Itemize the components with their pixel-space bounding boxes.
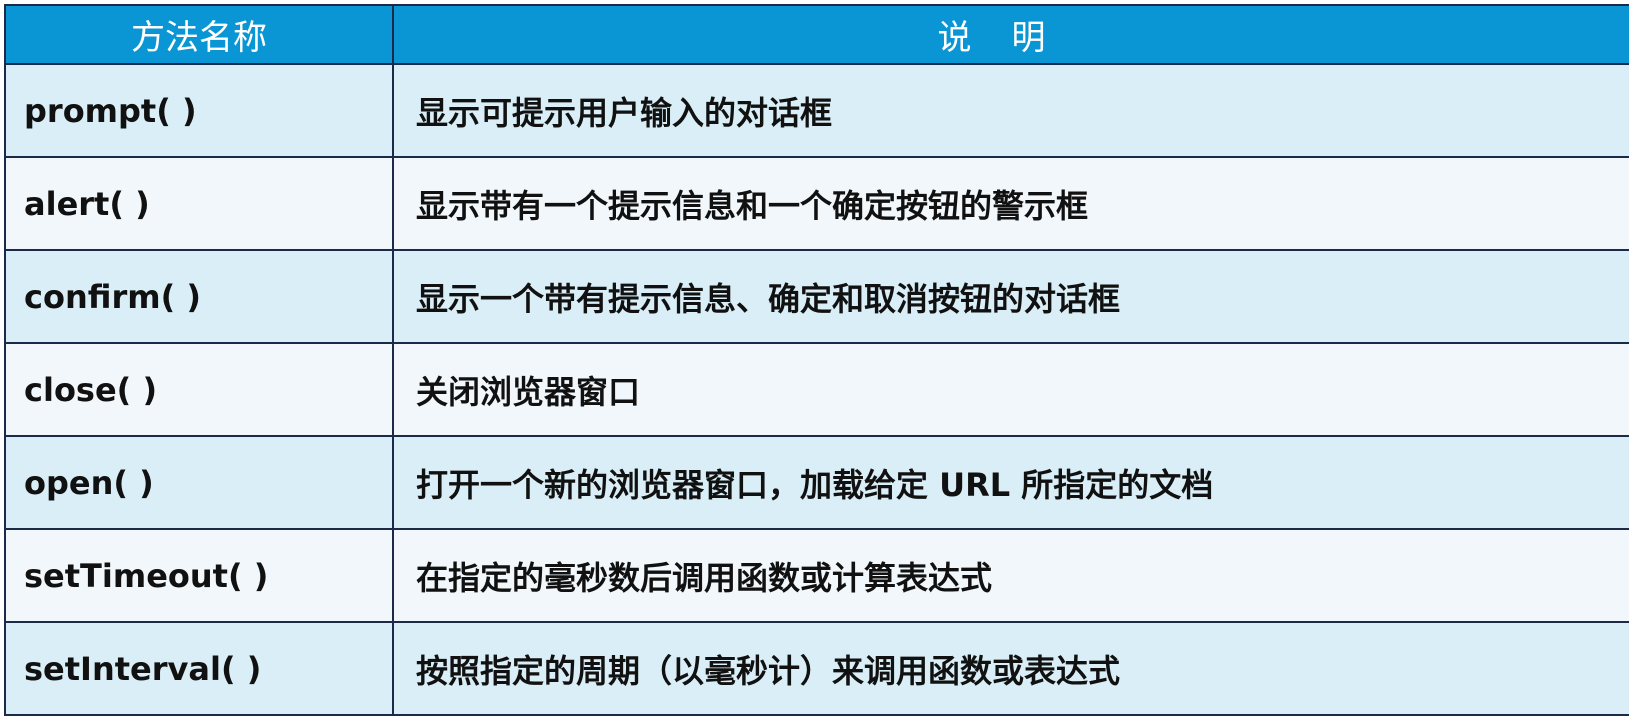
method-name-cell: confirm( ): [4, 249, 394, 344]
method-name-cell: open( ): [4, 435, 394, 530]
method-name-cell: alert( ): [4, 156, 394, 251]
table-row: open( ) 打开一个新的浏览器窗口，加载给定 URL 所指定的文档: [4, 435, 1629, 530]
method-description-cell: 在指定的毫秒数后调用函数或计算表达式: [392, 528, 1629, 623]
header-description: 说明: [392, 4, 1629, 65]
method-description-cell: 显示可提示用户输入的对话框: [392, 63, 1629, 158]
method-description-cell: 按照指定的周期（以毫秒计）来调用函数或表达式: [392, 621, 1629, 716]
method-name-cell: close( ): [4, 342, 394, 437]
method-description-cell: 关闭浏览器窗口: [392, 342, 1629, 437]
method-name-cell: setTimeout( ): [4, 528, 394, 623]
method-name-cell: setInterval( ): [4, 621, 394, 716]
table-row: setInterval( ) 按照指定的周期（以毫秒计）来调用函数或表达式: [4, 621, 1629, 716]
methods-table: 方法名称 说明 prompt( ) 显示可提示用户输入的对话框 alert( )…: [4, 4, 1629, 716]
table-body: prompt( ) 显示可提示用户输入的对话框 alert( ) 显示带有一个提…: [4, 63, 1629, 716]
table-row: setTimeout( ) 在指定的毫秒数后调用函数或计算表达式: [4, 528, 1629, 623]
table-row: close( ) 关闭浏览器窗口: [4, 342, 1629, 437]
method-description-cell: 显示一个带有提示信息、确定和取消按钮的对话框: [392, 249, 1629, 344]
method-description-cell: 显示带有一个提示信息和一个确定按钮的警示框: [392, 156, 1629, 251]
table-row: alert( ) 显示带有一个提示信息和一个确定按钮的警示框: [4, 156, 1629, 251]
header-row: 方法名称 说明: [4, 4, 1629, 65]
table-row: confirm( ) 显示一个带有提示信息、确定和取消按钮的对话框: [4, 249, 1629, 344]
table-row: prompt( ) 显示可提示用户输入的对话框: [4, 63, 1629, 158]
method-description-cell: 打开一个新的浏览器窗口，加载给定 URL 所指定的文档: [392, 435, 1629, 530]
table-header: 方法名称 说明: [4, 4, 1629, 65]
method-name-cell: prompt( ): [4, 63, 394, 158]
header-method-name: 方法名称: [4, 4, 394, 65]
